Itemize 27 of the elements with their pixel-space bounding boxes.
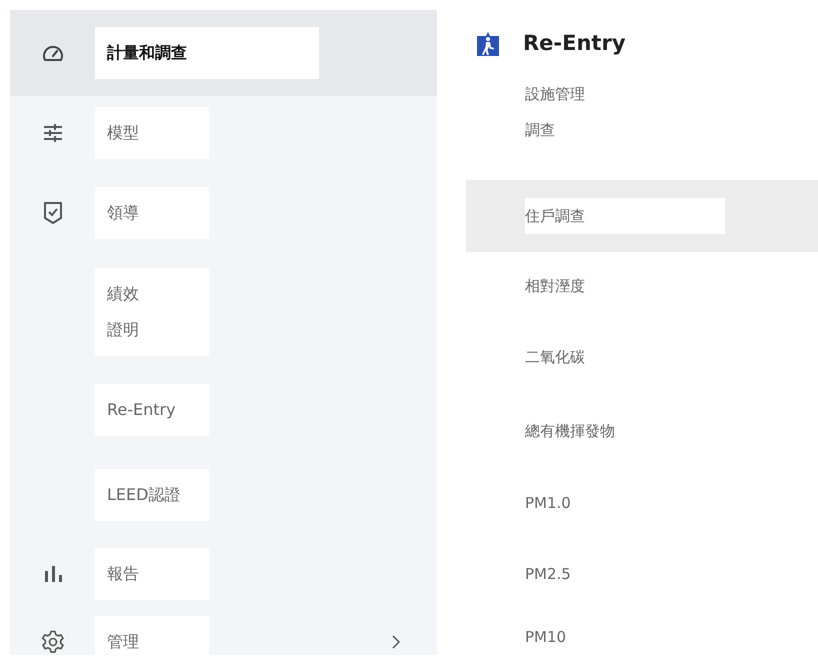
- sidebar-item[interactable]: 計量和調查: [10, 10, 437, 96]
- sidebar-item[interactable]: 報告: [10, 538, 437, 610]
- submenu-item: PM10: [525, 627, 568, 648]
- sidebar-item[interactable]: 模型: [10, 96, 437, 170]
- submenu-item: PM1.0: [525, 492, 572, 514]
- sidebar-item[interactable]: 領導: [10, 170, 437, 256]
- sidebar-item-label: 管理: [95, 616, 209, 655]
- sidebar-item-label: 證明: [107, 319, 139, 341]
- sidebar-item-label: 報告: [95, 548, 209, 600]
- submenu-item: 設施管理: [525, 84, 585, 105]
- sidebar-item-label: 績效: [107, 283, 139, 305]
- submenu-item: 相對溼度: [525, 276, 586, 297]
- sidebar-item[interactable]: LEED認證: [10, 452, 437, 538]
- sidebar-item[interactable]: 績效 證明: [10, 256, 437, 368]
- sidebar-item-label: LEED認證: [95, 469, 209, 521]
- submenu-title: Re-Entry: [523, 31, 626, 55]
- submenu-item: 總有機揮發物: [525, 420, 616, 442]
- submenu-item: PM2.5: [525, 564, 572, 585]
- sidebar-item-label: 模型: [95, 107, 209, 159]
- sidebar-item[interactable]: Re-Entry: [10, 368, 437, 452]
- submenu-item: 調查: [525, 120, 555, 141]
- sidebar-item-label: 計量和調查: [95, 27, 319, 79]
- submenu-item: 二氧化碳: [525, 347, 586, 368]
- sidebar-item[interactable]: 管理: [10, 610, 437, 655]
- sidebar-item-label: 領導: [95, 187, 209, 239]
- sidebar-item-label: Re-Entry: [95, 384, 209, 436]
- submenu-item: 住戶調查: [525, 198, 725, 234]
